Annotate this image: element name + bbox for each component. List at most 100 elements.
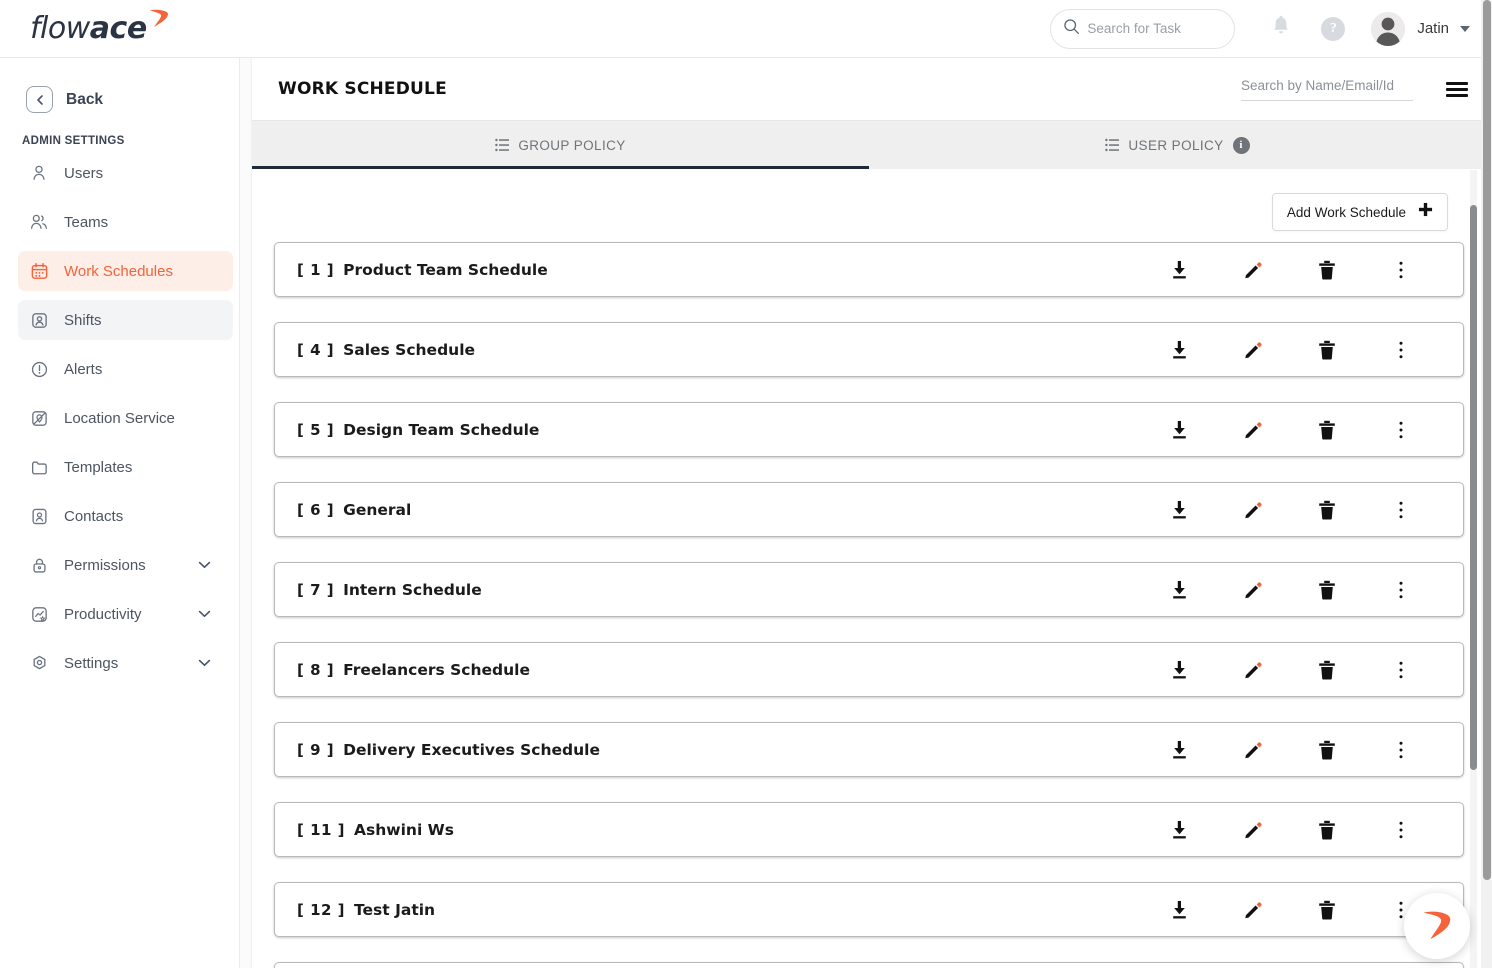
back-label: Back	[66, 90, 104, 108]
add-work-schedule-label: Add Work Schedule	[1286, 204, 1406, 220]
hamburger-icon[interactable]	[1446, 81, 1468, 97]
page-title: WORK SCHEDULE	[278, 79, 447, 99]
chevron-down-icon[interactable]	[198, 605, 211, 623]
delete-icon[interactable]	[1290, 500, 1364, 520]
table-row[interactable]: [ 4 ] Sales Schedule	[274, 322, 1464, 377]
chat-support-button[interactable]	[1404, 893, 1470, 959]
bell-icon[interactable]	[1271, 15, 1291, 42]
edit-icon[interactable]	[1216, 820, 1290, 840]
edit-icon[interactable]	[1216, 580, 1290, 600]
schedule-name: Ashwini Ws	[354, 820, 454, 839]
more-vertical-icon[interactable]	[1364, 820, 1438, 840]
download-icon[interactable]	[1142, 740, 1216, 760]
tab-group-policy[interactable]: GROUP POLICY	[252, 121, 869, 169]
delete-icon[interactable]	[1290, 580, 1364, 600]
row-actions	[1142, 420, 1463, 440]
download-icon[interactable]	[1142, 420, 1216, 440]
flowace-logo[interactable]: flow ace	[30, 9, 170, 46]
chevron-down-icon[interactable]	[1460, 25, 1470, 32]
table-row[interactable]: [ 12 ] Test Jatin	[274, 882, 1464, 937]
sidebar-item-alerts[interactable]: Alerts	[18, 349, 233, 389]
avatar[interactable]	[1371, 11, 1406, 46]
delete-icon[interactable]	[1290, 820, 1364, 840]
search-task-input[interactable]	[1087, 21, 1220, 36]
more-vertical-icon[interactable]	[1364, 660, 1438, 680]
download-icon[interactable]	[1142, 340, 1216, 360]
download-icon[interactable]	[1142, 900, 1216, 920]
search-icon	[1063, 18, 1080, 40]
more-vertical-icon[interactable]	[1364, 260, 1438, 280]
download-icon[interactable]	[1142, 820, 1216, 840]
edit-icon[interactable]	[1216, 420, 1290, 440]
tab-label: USER POLICY	[1128, 137, 1224, 153]
search-task-container[interactable]	[1050, 8, 1236, 49]
table-row[interactable]: [ 14 ]Department 1	[274, 962, 1464, 968]
sidebar-item-users[interactable]: Users	[18, 153, 233, 193]
edit-icon[interactable]	[1216, 900, 1290, 920]
more-vertical-icon[interactable]	[1364, 420, 1438, 440]
add-work-schedule-button[interactable]: Add Work Schedule	[1271, 193, 1448, 231]
download-icon[interactable]	[1142, 580, 1216, 600]
sidebar-item-settings[interactable]: Settings	[18, 643, 233, 683]
help-icon[interactable]: ?	[1321, 16, 1346, 41]
sidebar-item-location-service[interactable]: Location Service	[18, 398, 233, 438]
sidebar-item-productivity[interactable]: Productivity	[18, 594, 233, 634]
download-icon[interactable]	[1142, 660, 1216, 680]
hamburger-bar	[1446, 81, 1468, 85]
sidebar-item-label: Location Service	[64, 409, 175, 427]
back-button[interactable]: Back	[0, 58, 239, 113]
download-icon[interactable]	[1142, 260, 1216, 280]
sidebar-item-teams[interactable]: Teams	[18, 202, 233, 242]
content-scrollbar-thumb[interactable]	[1470, 205, 1477, 770]
table-row[interactable]: [ 8 ] Freelancers Schedule	[274, 642, 1464, 697]
table-row[interactable]: [ 5 ] Design Team Schedule	[274, 402, 1464, 457]
schedule-name: Freelancers Schedule	[343, 660, 530, 679]
sidebar-item-work-schedules[interactable]: Work Schedules	[18, 251, 233, 291]
admin-settings-heading: ADMIN SETTINGS	[22, 135, 125, 147]
lock-icon	[28, 556, 50, 575]
list-icon	[1105, 138, 1120, 152]
page-scrollbar-thumb[interactable]	[1483, 0, 1491, 880]
edit-icon[interactable]	[1216, 340, 1290, 360]
schedule-name: Product Team Schedule	[343, 260, 548, 279]
chevron-left-icon	[26, 86, 53, 113]
more-vertical-icon[interactable]	[1364, 340, 1438, 360]
sidebar-item-templates[interactable]: Templates	[18, 447, 233, 487]
sidebar-item-contacts[interactable]: Contacts	[18, 496, 233, 536]
delete-icon[interactable]	[1290, 260, 1364, 280]
edit-icon[interactable]	[1216, 260, 1290, 280]
tab-user-policy[interactable]: USER POLICY i	[869, 121, 1486, 169]
table-row[interactable]: [ 7 ] Intern Schedule	[274, 562, 1464, 617]
delete-icon[interactable]	[1290, 900, 1364, 920]
info-icon[interactable]: i	[1232, 136, 1250, 154]
schedule-name: Intern Schedule	[343, 580, 482, 599]
schedule-name: Design Team Schedule	[343, 420, 540, 439]
more-vertical-icon[interactable]	[1364, 580, 1438, 600]
calendar-icon	[28, 262, 50, 281]
chevron-down-icon[interactable]	[198, 556, 211, 574]
schedule-index: [ 1 ]	[297, 260, 335, 279]
chevron-down-icon[interactable]	[198, 654, 211, 672]
delete-icon[interactable]	[1290, 420, 1364, 440]
table-row[interactable]: [ 1 ] Product Team Schedule	[274, 242, 1464, 297]
more-vertical-icon[interactable]	[1364, 740, 1438, 760]
table-row[interactable]: [ 9 ] Delivery Executives Schedule	[274, 722, 1464, 777]
table-row[interactable]: [ 11 ] Ashwini Ws	[274, 802, 1464, 857]
table-row[interactable]: [ 6 ] General	[274, 482, 1464, 537]
app-root: flowace ? Jatin	[0, 0, 1492, 968]
top-bar-right: ? Jatin	[1050, 8, 1492, 49]
sidebar-item-permissions[interactable]: Permissions	[18, 545, 233, 585]
edit-icon[interactable]	[1216, 500, 1290, 520]
search-input[interactable]	[1241, 77, 1413, 101]
edit-icon[interactable]	[1216, 740, 1290, 760]
download-icon[interactable]	[1142, 500, 1216, 520]
delete-icon[interactable]	[1290, 340, 1364, 360]
delete-icon[interactable]	[1290, 660, 1364, 680]
schedule-index: [ 12 ]	[297, 900, 346, 919]
sidebar-item-label: Teams	[64, 213, 109, 231]
edit-icon[interactable]	[1216, 660, 1290, 680]
more-vertical-icon[interactable]	[1364, 500, 1438, 520]
sidebar-item-shifts[interactable]: Shifts	[18, 300, 233, 340]
delete-icon[interactable]	[1290, 740, 1364, 760]
policy-tabs: GROUP POLICY USER POLICY i	[252, 120, 1486, 169]
